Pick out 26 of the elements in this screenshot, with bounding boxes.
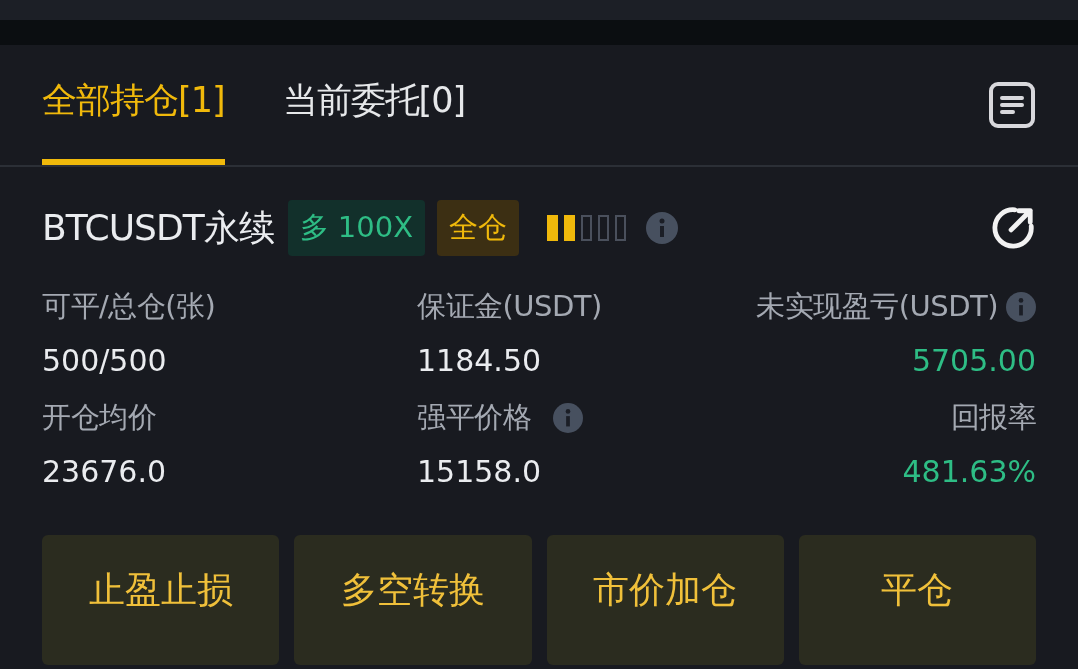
- side-badge: 多 100X: [287, 200, 426, 256]
- field-value: 500/500: [42, 343, 168, 378]
- field-label: 回报率: [950, 399, 1036, 436]
- field-value: 15158.0: [417, 454, 543, 489]
- action-button[interactable]: 多空转换: [294, 535, 532, 665]
- info-icon[interactable]: [646, 212, 679, 244]
- margin-badge: 全仓: [437, 200, 520, 256]
- field-label: 未实现盈亏(USDT): [756, 288, 998, 325]
- share-icon[interactable]: [990, 205, 1036, 251]
- document-icon[interactable]: [988, 81, 1036, 129]
- info-icon[interactable]: [1006, 292, 1036, 322]
- symbol-title: BTCUSDT永续: [42, 205, 274, 250]
- field-label: 开仓均价: [42, 399, 156, 436]
- tab[interactable]: 当前委托[0]: [282, 45, 466, 165]
- field-value: 5705.00: [911, 343, 1036, 378]
- action-button[interactable]: 平仓: [798, 535, 1036, 665]
- field-label: 强平价格: [417, 399, 531, 436]
- action-button[interactable]: 止盈止损: [42, 535, 280, 665]
- field-value: 481.63%: [902, 454, 1036, 489]
- field-label: 可平/总仓(张): [42, 288, 216, 325]
- action-button[interactable]: 市价加仓: [546, 535, 784, 665]
- field-value: 1184.50: [417, 343, 543, 378]
- info-icon[interactable]: [553, 403, 583, 433]
- tab[interactable]: 全部持仓[1]: [42, 45, 225, 165]
- field-value: 23676.0: [42, 454, 168, 489]
- field-label: 保证金(USDT): [417, 288, 602, 325]
